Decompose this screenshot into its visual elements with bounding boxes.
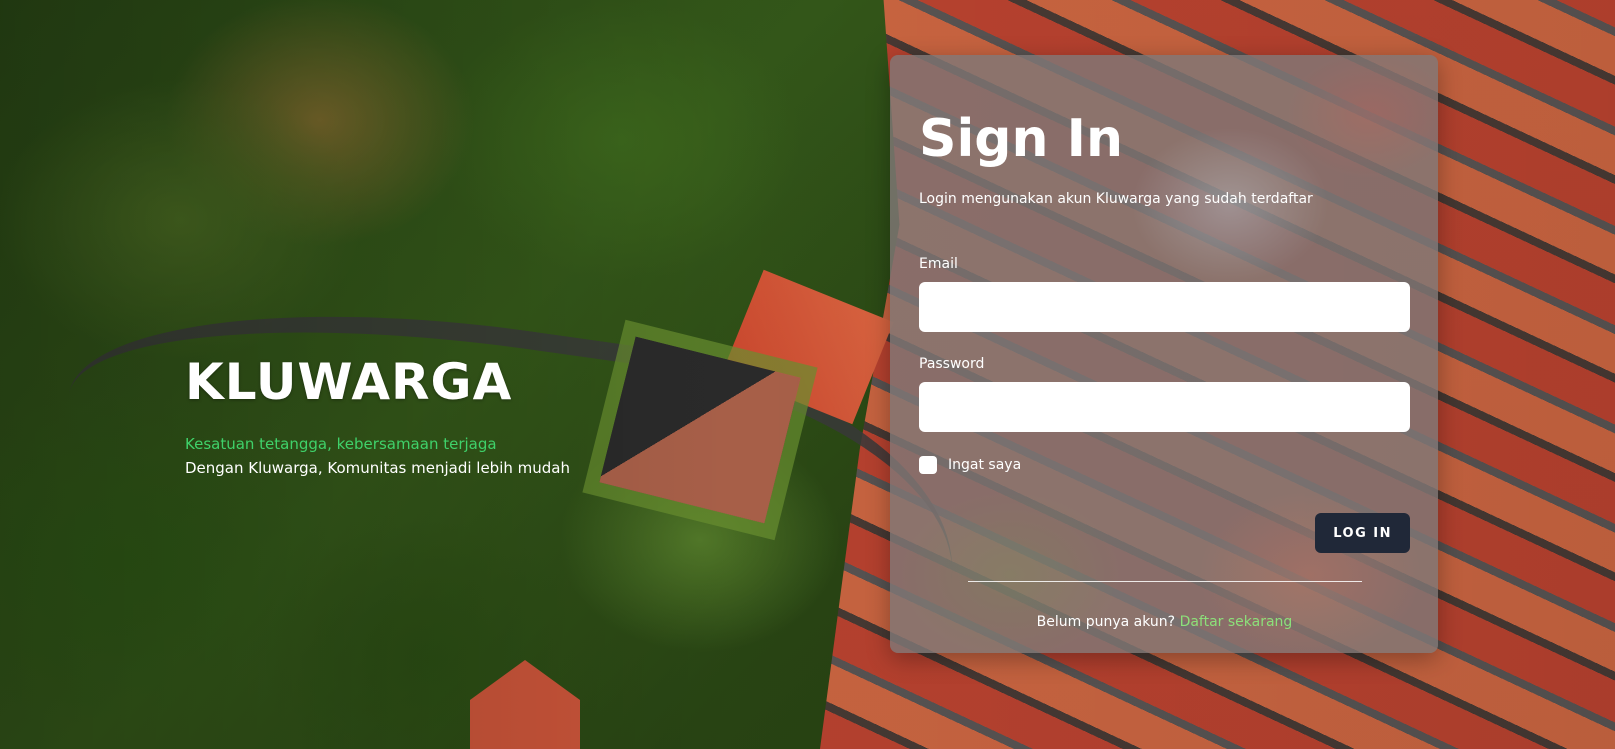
- password-field[interactable]: [919, 382, 1410, 432]
- signin-form: Sign In Login mengunakan akun Kluwarga y…: [919, 55, 1410, 632]
- signin-title: Sign In: [919, 109, 1123, 169]
- brand-title: KLUWARGA: [185, 353, 513, 411]
- brand-section: KLUWARGA Kesatuan tetangga, kebersamaan …: [185, 352, 705, 478]
- brand-tagline: Kesatuan tetangga, kebersamaan terjaga: [185, 435, 497, 453]
- register-prompt: Belum punya akun?: [1036, 614, 1176, 630]
- password-label: Password: [919, 356, 985, 372]
- remember-me: Ingat saya: [919, 455, 1410, 475]
- remember-label[interactable]: Ingat saya: [948, 457, 1021, 473]
- signin-card: Sign In Login mengunakan akun Kluwarga y…: [890, 55, 1438, 653]
- email-label: Email: [919, 256, 958, 272]
- register-prompt-row: Belum punya akun? Daftar sekarang: [919, 612, 1410, 632]
- register-link[interactable]: Daftar sekarang: [1180, 614, 1293, 630]
- login-button[interactable]: LOG IN: [1315, 513, 1410, 553]
- signin-subtitle: Login mengunakan akun Kluwarga yang suda…: [919, 191, 1313, 207]
- form-actions: LOG IN: [919, 513, 1410, 553]
- remember-checkbox[interactable]: [919, 456, 937, 474]
- divider: [967, 581, 1362, 582]
- brand-description: Dengan Kluwarga, Komunitas menjadi lebih…: [185, 459, 570, 477]
- email-field[interactable]: [919, 282, 1410, 332]
